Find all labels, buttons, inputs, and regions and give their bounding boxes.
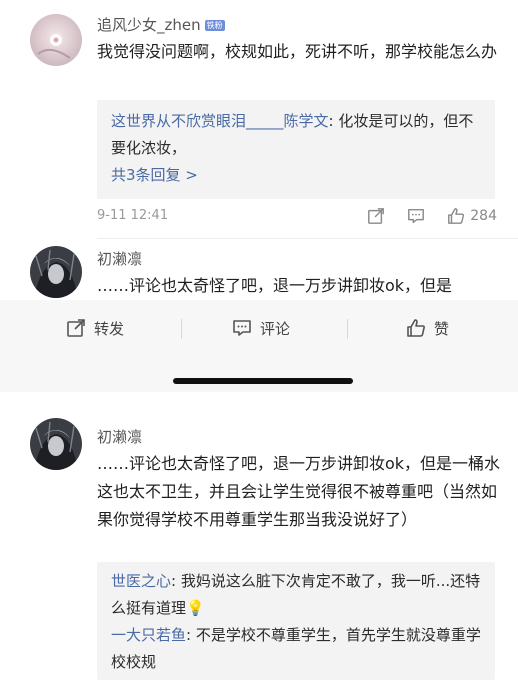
comment-username[interactable]: 初濑凛 xyxy=(97,426,142,447)
reply-colon: : xyxy=(186,626,196,644)
comment-time: 9-11 12:41 xyxy=(97,208,169,223)
comment-button[interactable]: 评论 xyxy=(232,300,290,356)
post-action-bar: 转发 评论 赞 xyxy=(0,300,518,356)
like-label: 赞 xyxy=(434,319,450,338)
like-button[interactable]: 赞 xyxy=(406,300,449,356)
reply-username[interactable]: 这世界从不欣赏眼泪_____陈学文 xyxy=(111,112,329,130)
separator xyxy=(181,319,182,339)
home-indicator[interactable] xyxy=(173,378,353,384)
separator xyxy=(347,319,348,339)
avatar[interactable] xyxy=(30,246,82,298)
comment-text: 我觉得没问题啊，校规如此，死讲不听，那学校能怎么办 xyxy=(97,42,498,61)
weibo-comment-screenshot: 追风少女_zhen 铁粉 我觉得没问题啊，校规如此，死讲不听，那学校能怎么办 这世… xyxy=(0,0,518,680)
avatar-image xyxy=(30,14,82,66)
comment-meta-row: 9-11 12:41 284 xyxy=(97,205,497,227)
avatar[interactable] xyxy=(30,14,82,66)
comment-icon xyxy=(233,320,251,336)
share-icon xyxy=(67,319,85,337)
view-more-replies-link[interactable]: 共3条回复 > xyxy=(111,162,481,189)
reply-colon: : xyxy=(328,112,339,130)
reply-username[interactable]: 世医之心 xyxy=(111,572,171,590)
reply-preview-line: 这世界从不欣赏眼泪_____陈学文: 化妆是可以的，但不要化浓妆， xyxy=(111,108,481,162)
comment-actions: 284 xyxy=(345,205,497,227)
avatar[interactable] xyxy=(30,418,82,470)
avatar-image xyxy=(30,246,82,298)
comment-text: ……评论也太奇怪了吧，退一万步讲卸妆ok，但是一桶水这也太不卫生，并且会让学生觉… xyxy=(97,454,501,529)
comment-username[interactable]: 初濑凛 xyxy=(97,248,142,269)
reply-preview-box[interactable]: 世医之心: 我妈说这么脏下次肯定不敢了，我一听...还特么挺有道理💡 一大只若鱼… xyxy=(97,562,495,680)
reply-line: 世医之心: 我妈说这么脏下次肯定不敢了，我一听...还特么挺有道理💡 xyxy=(111,568,481,622)
share-icon[interactable] xyxy=(367,207,385,225)
reply-line: 一大只若鱼: 不是学校不尊重学生，首先学生就没尊重学校校规 xyxy=(111,622,481,676)
reply-colon: : xyxy=(171,572,181,590)
like-icon xyxy=(407,319,425,337)
username-text[interactable]: 追风少女_zhen xyxy=(97,16,201,34)
reply-preview-box[interactable]: 这世界从不欣赏眼泪_____陈学文: 化妆是可以的，但不要化浓妆， 共3条回复 … xyxy=(97,100,495,199)
forward-button[interactable]: 转发 xyxy=(66,300,124,356)
like-count: 284 xyxy=(470,208,497,224)
comment-text: ……评论也太奇怪了吧，退一万步讲卸妆ok，但是 xyxy=(97,276,453,295)
fan-badge: 铁粉 xyxy=(204,20,225,31)
forward-label: 转发 xyxy=(94,319,125,338)
reply-username[interactable]: 一大只若鱼 xyxy=(111,626,186,644)
comment-icon[interactable] xyxy=(407,207,425,225)
divider xyxy=(97,238,518,239)
comment-label: 评论 xyxy=(260,319,291,338)
like-icon[interactable] xyxy=(447,207,465,225)
comment-username[interactable]: 追风少女_zhen 铁粉 xyxy=(97,14,225,35)
avatar-image xyxy=(30,418,82,470)
lightbulb-emoji-icon: 💡 xyxy=(186,599,205,617)
